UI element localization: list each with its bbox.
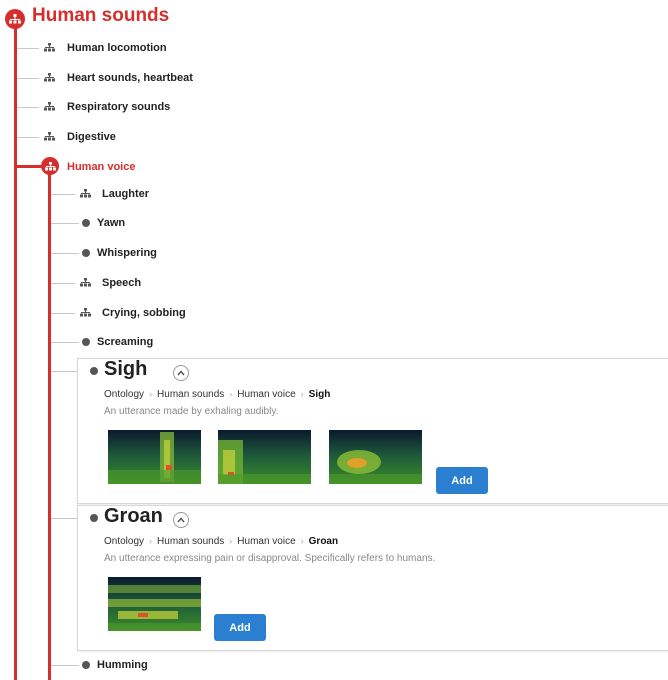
tree-item-heart-sounds[interactable]: Heart sounds, heartbeat	[67, 72, 193, 84]
add-button[interactable]: Add	[214, 614, 266, 641]
card-title: Groan	[104, 505, 163, 527]
branch-line	[51, 223, 79, 224]
branch-line	[51, 283, 75, 284]
tree-item-laughter[interactable]: Laughter	[102, 188, 149, 200]
spectrogram-thumbnail[interactable]	[108, 577, 201, 631]
hierarchy-icon	[44, 73, 55, 82]
root-title[interactable]: Human sounds	[32, 5, 169, 27]
spectrogram-thumbnail[interactable]	[329, 430, 422, 484]
branch-line	[51, 342, 79, 343]
breadcrumb: Ontology › Human sounds › Human voice › Groan	[104, 536, 339, 547]
breadcrumb-link[interactable]: Ontology	[104, 536, 144, 547]
branch-line	[51, 371, 77, 372]
branch-line	[51, 253, 79, 254]
breadcrumb-current: Groan	[308, 536, 339, 547]
hierarchy-icon	[80, 189, 91, 198]
spectrogram-thumbnail[interactable]	[108, 430, 201, 484]
tree-item-speech[interactable]: Speech	[102, 277, 141, 289]
tree-item-human-locomotion[interactable]: Human locomotion	[67, 42, 167, 54]
leaf-dot-icon	[82, 219, 90, 227]
branch-line	[51, 194, 75, 195]
card-title: Sigh	[104, 358, 148, 380]
breadcrumb-current: Sigh	[308, 389, 331, 400]
breadcrumb-link[interactable]: Human sounds	[157, 536, 224, 547]
branch-line	[17, 107, 39, 108]
card-description: An utterance made by exhaling audibly.	[104, 406, 279, 417]
collapse-button[interactable]	[173, 512, 189, 528]
hierarchy-icon	[44, 132, 55, 141]
branch-line	[51, 313, 75, 314]
breadcrumb-link[interactable]: Human voice	[237, 536, 295, 547]
voice-branch-line	[14, 165, 44, 168]
detail-card-groan: Groan Ontology › Human sounds › Human voice ›…	[77, 505, 668, 651]
leaf-dot-icon	[82, 338, 90, 346]
leaf-dot-icon	[82, 249, 90, 257]
card-description: An utterance expressing pain or disappro…	[104, 553, 436, 564]
breadcrumb: Ontology › Human sounds › Human voice › Sigh	[104, 389, 331, 400]
hierarchy-icon	[44, 102, 55, 111]
chevron-up-icon	[177, 517, 185, 523]
tree-item-whispering[interactable]: Whispering	[97, 247, 157, 259]
breadcrumb-link[interactable]: Ontology	[104, 389, 144, 400]
tree-item-screaming[interactable]: Screaming	[97, 336, 153, 348]
branch-line	[17, 137, 39, 138]
hierarchy-icon	[80, 308, 91, 317]
spectrogram-thumbnail[interactable]	[218, 430, 311, 484]
tree-item-humming[interactable]: Humming	[97, 659, 148, 671]
chevron-up-icon	[177, 370, 185, 376]
root-node-icon[interactable]	[5, 9, 25, 29]
branch-line	[17, 48, 39, 49]
add-button[interactable]: Add	[436, 467, 488, 494]
branch-line	[51, 665, 79, 666]
collapse-button[interactable]	[173, 365, 189, 381]
hierarchy-icon	[80, 278, 91, 287]
tree-item-human-voice[interactable]: Human voice	[67, 161, 135, 173]
leaf-dot-icon	[90, 514, 98, 522]
tree-item-respiratory-sounds[interactable]: Respiratory sounds	[67, 101, 170, 113]
root-tree-line	[14, 20, 17, 680]
leaf-dot-icon	[82, 661, 90, 669]
human-voice-node-icon[interactable]	[41, 157, 59, 175]
voice-tree-line	[48, 172, 51, 680]
branch-line	[51, 518, 77, 519]
tree-item-yawn[interactable]: Yawn	[97, 217, 125, 229]
breadcrumb-link[interactable]: Human voice	[237, 389, 295, 400]
tree-item-digestive[interactable]: Digestive	[67, 131, 116, 143]
detail-card-sigh: Sigh Ontology › Human sounds › Human voice › S…	[77, 358, 668, 504]
branch-line	[17, 78, 39, 79]
leaf-dot-icon	[90, 367, 98, 375]
tree-item-crying-sobbing[interactable]: Crying, sobbing	[102, 307, 186, 319]
breadcrumb-link[interactable]: Human sounds	[157, 389, 224, 400]
hierarchy-icon	[44, 43, 55, 52]
